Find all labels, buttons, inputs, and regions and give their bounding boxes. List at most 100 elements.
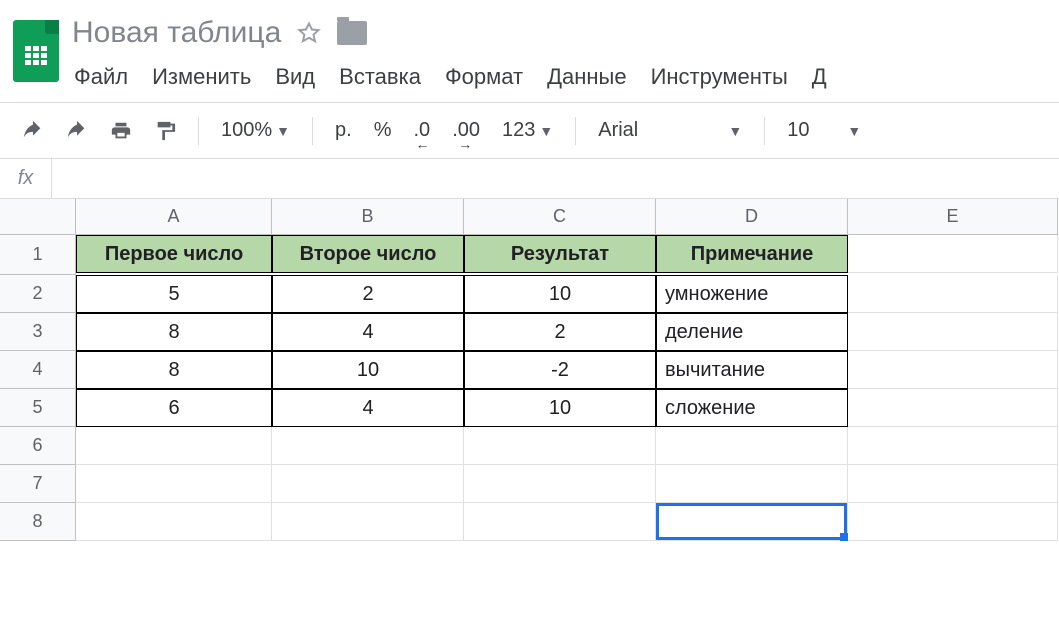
cell-E1[interactable] xyxy=(848,235,1058,273)
cell-B1[interactable]: Второе число xyxy=(272,235,464,273)
table-row: 6 xyxy=(0,427,1059,465)
cell-C2[interactable]: 10 xyxy=(464,275,656,313)
cell-C6[interactable] xyxy=(464,427,656,465)
cell-C3[interactable]: 2 xyxy=(464,313,656,351)
cell-D8[interactable] xyxy=(656,503,848,541)
table-row: 5 6 4 10 сложение xyxy=(0,389,1059,427)
cell-A6[interactable] xyxy=(76,427,272,465)
col-header-B[interactable]: B xyxy=(272,199,464,235)
cell-E4[interactable] xyxy=(848,351,1058,389)
cell-E6[interactable] xyxy=(848,427,1058,465)
sheets-logo-icon[interactable] xyxy=(13,20,59,82)
table-row: 8 xyxy=(0,503,1059,541)
percent-label: % xyxy=(374,119,392,142)
star-icon[interactable] xyxy=(297,21,321,45)
select-all-corner[interactable] xyxy=(0,199,76,235)
cell-D2[interactable]: умножение xyxy=(656,275,848,313)
cell-E7[interactable] xyxy=(848,465,1058,503)
cell-D1[interactable]: Примечание xyxy=(656,235,848,273)
title-row: Новая таблица xyxy=(72,16,1059,50)
cell-C7[interactable] xyxy=(464,465,656,503)
cell-B4[interactable]: 10 xyxy=(272,351,464,389)
app-header: Новая таблица Файл Изменить Вид Вставка … xyxy=(0,0,1059,103)
redo-button[interactable] xyxy=(58,114,96,148)
cell-B2[interactable]: 2 xyxy=(272,275,464,313)
cell-D7[interactable] xyxy=(656,465,848,503)
cell-B6[interactable] xyxy=(272,427,464,465)
cell-A8[interactable] xyxy=(76,503,272,541)
menu-edit[interactable]: Изменить xyxy=(152,64,251,90)
chevron-down-icon: ▼ xyxy=(847,123,861,139)
cell-E2[interactable] xyxy=(848,275,1058,313)
menu-bar: Файл Изменить Вид Вставка Формат Данные … xyxy=(12,50,1059,102)
arrow-right-icon: → xyxy=(458,136,472,152)
menu-view[interactable]: Вид xyxy=(275,64,315,90)
zoom-value: 100% xyxy=(221,119,272,142)
cell-B5[interactable]: 4 xyxy=(272,389,464,427)
zoom-dropdown[interactable]: 100%▼ xyxy=(213,113,298,148)
cell-A3[interactable]: 8 xyxy=(76,313,272,351)
cell-D5[interactable]: сложение xyxy=(656,389,848,427)
formula-input[interactable] xyxy=(52,168,1059,189)
row-header-4[interactable]: 4 xyxy=(0,351,76,389)
table-row: 7 xyxy=(0,465,1059,503)
row-header-1[interactable]: 1 xyxy=(0,235,76,275)
cell-E3[interactable] xyxy=(848,313,1058,351)
toolbar-separator xyxy=(312,117,313,145)
menu-more[interactable]: Д xyxy=(812,64,827,90)
row-header-6[interactable]: 6 xyxy=(0,427,76,465)
arrow-left-icon: ← xyxy=(416,136,430,152)
col-header-A[interactable]: A xyxy=(76,199,272,235)
cell-A5[interactable]: 6 xyxy=(76,389,272,427)
cell-B3[interactable]: 4 xyxy=(272,313,464,351)
toolbar-separator xyxy=(575,117,576,145)
menu-insert[interactable]: Вставка xyxy=(339,64,421,90)
increase-decimal-button[interactable]: .00→ xyxy=(444,113,488,148)
formula-bar: fx xyxy=(0,159,1059,199)
cell-E8[interactable] xyxy=(848,503,1058,541)
paint-format-button[interactable] xyxy=(146,114,184,148)
format-percent-button[interactable]: % xyxy=(366,113,400,148)
cell-C5[interactable]: 10 xyxy=(464,389,656,427)
selection-handle[interactable] xyxy=(840,533,848,541)
format-currency-button[interactable]: р. xyxy=(327,113,360,148)
cell-A4[interactable]: 8 xyxy=(76,351,272,389)
column-header-row: A B C D E xyxy=(0,199,1059,235)
cell-D4[interactable]: вычитание xyxy=(656,351,848,389)
row-header-5[interactable]: 5 xyxy=(0,389,76,427)
decrease-decimal-button[interactable]: .0← xyxy=(406,113,439,148)
menu-file[interactable]: Файл xyxy=(74,64,128,90)
more-formats-dropdown[interactable]: 123▼ xyxy=(494,113,561,148)
cell-B7[interactable] xyxy=(272,465,464,503)
cell-C4[interactable]: -2 xyxy=(464,351,656,389)
row-header-7[interactable]: 7 xyxy=(0,465,76,503)
cell-B8[interactable] xyxy=(272,503,464,541)
menu-data[interactable]: Данные xyxy=(547,64,626,90)
undo-button[interactable] xyxy=(14,114,52,148)
col-header-C[interactable]: C xyxy=(464,199,656,235)
menu-tools[interactable]: Инструменты xyxy=(651,64,788,90)
row-header-3[interactable]: 3 xyxy=(0,313,76,351)
col-header-D[interactable]: D xyxy=(656,199,848,235)
col-header-E[interactable]: E xyxy=(848,199,1058,235)
font-name: Arial xyxy=(598,119,638,142)
row-header-2[interactable]: 2 xyxy=(0,275,76,313)
spreadsheet: A B C D E 1 Первое число Второе число Ре… xyxy=(0,199,1059,541)
cell-A2[interactable]: 5 xyxy=(76,275,272,313)
selection-outline xyxy=(656,503,847,540)
font-family-dropdown[interactable]: Arial▼ xyxy=(590,113,750,148)
cell-C1[interactable]: Результат xyxy=(464,235,656,273)
font-size-dropdown[interactable]: 10▼ xyxy=(779,113,869,148)
cell-D3[interactable]: деление xyxy=(656,313,848,351)
folder-move-icon[interactable] xyxy=(337,21,367,45)
print-button[interactable] xyxy=(102,114,140,148)
cell-A1[interactable]: Первое число xyxy=(76,235,272,273)
menu-format[interactable]: Формат xyxy=(445,64,523,90)
cell-D6[interactable] xyxy=(656,427,848,465)
toolbar-separator xyxy=(764,117,765,145)
cell-E5[interactable] xyxy=(848,389,1058,427)
cell-C8[interactable] xyxy=(464,503,656,541)
cell-A7[interactable] xyxy=(76,465,272,503)
doc-title[interactable]: Новая таблица xyxy=(72,16,281,50)
row-header-8[interactable]: 8 xyxy=(0,503,76,541)
